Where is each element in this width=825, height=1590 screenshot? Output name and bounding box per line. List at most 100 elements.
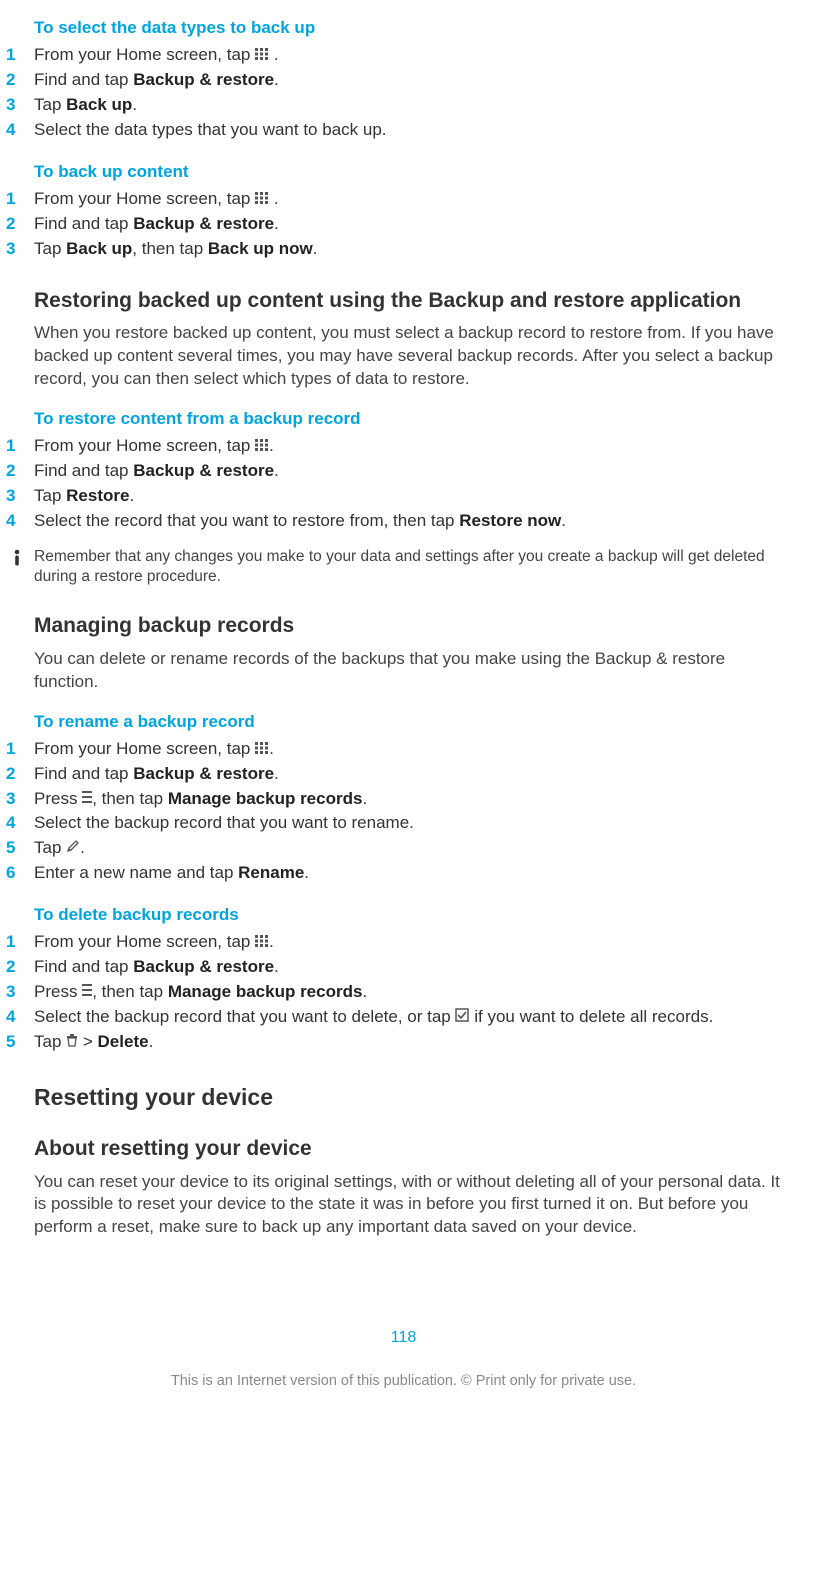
- heading-about-resetting: About resetting your device: [34, 1135, 807, 1162]
- paragraph-about-resetting: You can reset your device to its origina…: [34, 1171, 789, 1240]
- step-text: Press: [34, 789, 82, 808]
- step-item: Find and tap Backup & restore.: [0, 763, 807, 788]
- heading-restore-from-record: To restore content from a backup record: [34, 409, 807, 429]
- step-item: Find and tap Backup & restore.: [0, 69, 807, 94]
- step-text: .: [362, 982, 367, 1001]
- step-text: .: [269, 932, 274, 951]
- manual-page: To select the data types to back up From…: [0, 18, 825, 1389]
- step-text: .: [274, 461, 279, 480]
- step-text: if you want to delete all records.: [474, 1007, 713, 1026]
- step-item: Press , then tap Manage backup records.: [0, 981, 807, 1006]
- steps-back-up-content: From your Home screen, tap . Find and ta…: [0, 188, 807, 263]
- step-text: .: [274, 189, 279, 208]
- menu-icon: [82, 981, 92, 1004]
- step-bold: Back up now: [208, 239, 313, 258]
- step-text: .: [362, 789, 367, 808]
- step-text: .: [269, 436, 274, 455]
- step-item: Tap Restore.: [0, 485, 807, 510]
- step-text: Find and tap: [34, 70, 133, 89]
- apps-grid-icon: [255, 435, 269, 458]
- step-text: From your Home screen, tap: [34, 932, 255, 951]
- page-number: 118: [0, 1329, 807, 1347]
- step-text: Tap: [34, 1032, 66, 1051]
- step-bold: Back up: [66, 95, 132, 114]
- step-text: .: [129, 486, 134, 505]
- step-text: Find and tap: [34, 461, 133, 480]
- step-bold: Back up: [66, 239, 132, 258]
- note-restore: Remember that any changes you make to yo…: [6, 547, 789, 589]
- step-text: Tap: [34, 95, 66, 114]
- heading-select-data-types: To select the data types to back up: [34, 18, 807, 38]
- step-text: .: [80, 838, 85, 857]
- step-text: From your Home screen, tap: [34, 189, 255, 208]
- step-text: Find and tap: [34, 957, 133, 976]
- step-text: Find and tap: [34, 764, 133, 783]
- menu-icon: [82, 788, 92, 811]
- step-bold: Delete: [98, 1032, 149, 1051]
- step-item: Select the record that you want to resto…: [0, 510, 807, 535]
- heading-managing: Managing backup records: [34, 612, 807, 639]
- step-item: From your Home screen, tap .: [0, 188, 807, 213]
- step-bold: Backup & restore: [133, 461, 274, 480]
- step-text: Tap: [34, 838, 66, 857]
- step-bold: Manage backup records: [168, 982, 363, 1001]
- step-text: .: [274, 45, 279, 64]
- heading-delete: To delete backup records: [34, 905, 807, 925]
- step-item: Find and tap Backup & restore.: [0, 956, 807, 981]
- step-text: Select the data types that you want to b…: [34, 120, 387, 139]
- pencil-icon: [66, 837, 80, 860]
- step-text: Tap: [34, 239, 66, 258]
- step-text: .: [274, 957, 279, 976]
- apps-grid-icon: [255, 44, 269, 67]
- step-item: Tap .: [0, 837, 807, 862]
- warning-icon: [6, 547, 28, 571]
- trash-icon: [66, 1031, 78, 1054]
- step-item: Tap Back up, then tap Back up now.: [0, 238, 807, 263]
- step-text: , then tap: [132, 239, 208, 258]
- heading-resetting: Resetting your device: [34, 1084, 807, 1111]
- step-item: Find and tap Backup & restore.: [0, 213, 807, 238]
- step-text: Enter a new name and tap: [34, 863, 238, 882]
- step-text: .: [269, 739, 274, 758]
- step-item: Tap > Delete.: [0, 1031, 807, 1056]
- step-text: .: [274, 764, 279, 783]
- steps-restore-from-record: From your Home screen, tap . Find and ta…: [0, 435, 807, 535]
- step-bold: Backup & restore: [133, 214, 274, 233]
- step-text: .: [132, 95, 137, 114]
- step-item: Press , then tap Manage backup records.: [0, 788, 807, 813]
- apps-grid-icon: [255, 188, 269, 211]
- apps-grid-icon: [255, 738, 269, 761]
- step-text: From your Home screen, tap: [34, 436, 255, 455]
- step-bold: Restore: [66, 486, 129, 505]
- step-text: Find and tap: [34, 214, 133, 233]
- step-text: .: [313, 239, 318, 258]
- step-text: .: [274, 70, 279, 89]
- step-item: From your Home screen, tap .: [0, 738, 807, 763]
- paragraph-restoring: When you restore backed up content, you …: [34, 322, 789, 391]
- step-bold: Restore now: [459, 511, 561, 530]
- steps-rename: From your Home screen, tap . Find and ta…: [0, 738, 807, 888]
- step-text: Press: [34, 982, 82, 1001]
- step-item: Select the backup record that you want t…: [0, 1006, 807, 1031]
- step-text: >: [83, 1032, 98, 1051]
- step-text: Tap: [34, 486, 66, 505]
- step-text: Select the backup record that you want t…: [34, 1007, 455, 1026]
- step-item: From your Home screen, tap .: [0, 435, 807, 460]
- note-text: Remember that any changes you make to yo…: [34, 547, 789, 589]
- step-text: .: [149, 1032, 154, 1051]
- step-text: , then tap: [92, 789, 168, 808]
- step-text: From your Home screen, tap: [34, 45, 255, 64]
- checkbox-icon: [455, 1006, 469, 1029]
- step-text: , then tap: [92, 982, 168, 1001]
- step-text: .: [274, 214, 279, 233]
- step-text: .: [561, 511, 566, 530]
- steps-delete: From your Home screen, tap . Find and ta…: [0, 931, 807, 1056]
- step-bold: Rename: [238, 863, 304, 882]
- heading-back-up-content: To back up content: [34, 162, 807, 182]
- step-text: Select the backup record that you want t…: [34, 813, 414, 832]
- step-item: From your Home screen, tap .: [0, 931, 807, 956]
- step-bold: Manage backup records: [168, 789, 363, 808]
- apps-grid-icon: [255, 931, 269, 954]
- step-text: Select the record that you want to resto…: [34, 511, 459, 530]
- footer-text: This is an Internet version of this publ…: [0, 1373, 807, 1389]
